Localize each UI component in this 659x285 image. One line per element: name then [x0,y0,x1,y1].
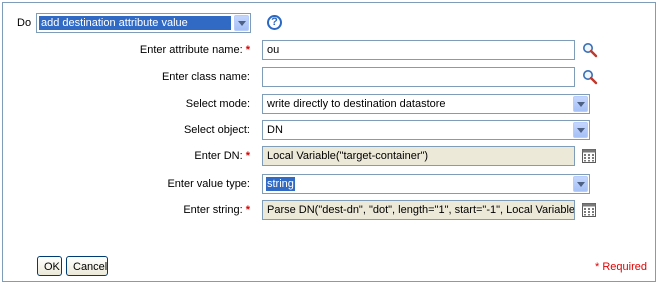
class-name-label: Enter class name: [161,71,250,83]
value-type-label: Enter value type: [167,178,250,190]
chevron-down-icon[interactable] [234,15,249,31]
ok-button[interactable]: OK [37,256,62,276]
cancel-button[interactable]: Cancel [66,256,108,276]
mode-label: Select mode: [185,98,250,110]
do-label: Do [17,17,32,29]
attribute-name-label: Enter attribute name: * [139,44,250,56]
class-name-input[interactable] [262,67,575,87]
help-icon[interactable]: ? [267,15,282,30]
required-note: * Required [595,261,647,273]
browse-class-search-icon[interactable] [582,69,598,85]
attribute-name-input[interactable]: ou [262,40,575,60]
value-type-select-value: string [266,177,295,191]
dn-label: Enter DN: * [194,150,250,162]
object-label: Select object: [183,124,250,136]
action-select[interactable]: add destination attribute value [36,13,251,33]
dn-input[interactable]: Local Variable("target-container") [262,146,575,166]
mode-select-value: write directly to destination datastore [267,98,446,110]
browse-attribute-search-icon[interactable] [582,42,598,58]
string-label: Enter string: * [183,204,250,216]
object-select[interactable]: DN [262,120,590,140]
argument-builder-icon[interactable] [581,148,597,164]
object-select-value: DN [267,124,283,136]
chevron-down-icon[interactable] [573,176,588,192]
argument-builder-icon[interactable] [581,202,597,218]
chevron-down-icon[interactable] [573,122,588,138]
mode-select[interactable]: write directly to destination datastore [262,94,590,114]
chevron-down-icon[interactable] [573,96,588,112]
string-input[interactable]: Parse DN("dest-dn", "dot", length="1", s… [262,200,575,220]
action-select-value: add destination attribute value [39,16,231,30]
value-type-select[interactable]: string [262,174,590,194]
